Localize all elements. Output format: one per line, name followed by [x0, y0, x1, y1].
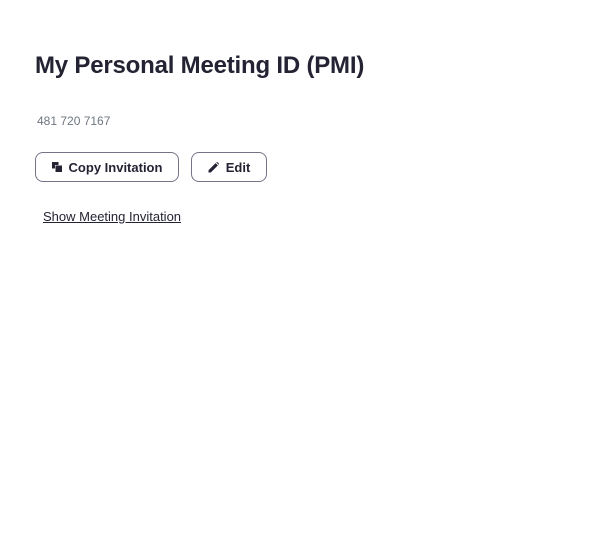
copy-invitation-button[interactable]: Copy Invitation: [35, 152, 179, 182]
page-title: My Personal Meeting ID (PMI): [35, 52, 365, 79]
copy-invitation-label: Copy Invitation: [68, 159, 163, 175]
pencil-icon: [208, 161, 219, 173]
edit-button[interactable]: Edit: [191, 152, 267, 182]
pmi-number: 481 720 7167: [37, 114, 111, 128]
copy-icon: [51, 162, 62, 172]
edit-label: Edit: [225, 159, 251, 175]
show-meeting-invitation-link[interactable]: Show Meeting Invitation: [43, 209, 181, 224]
